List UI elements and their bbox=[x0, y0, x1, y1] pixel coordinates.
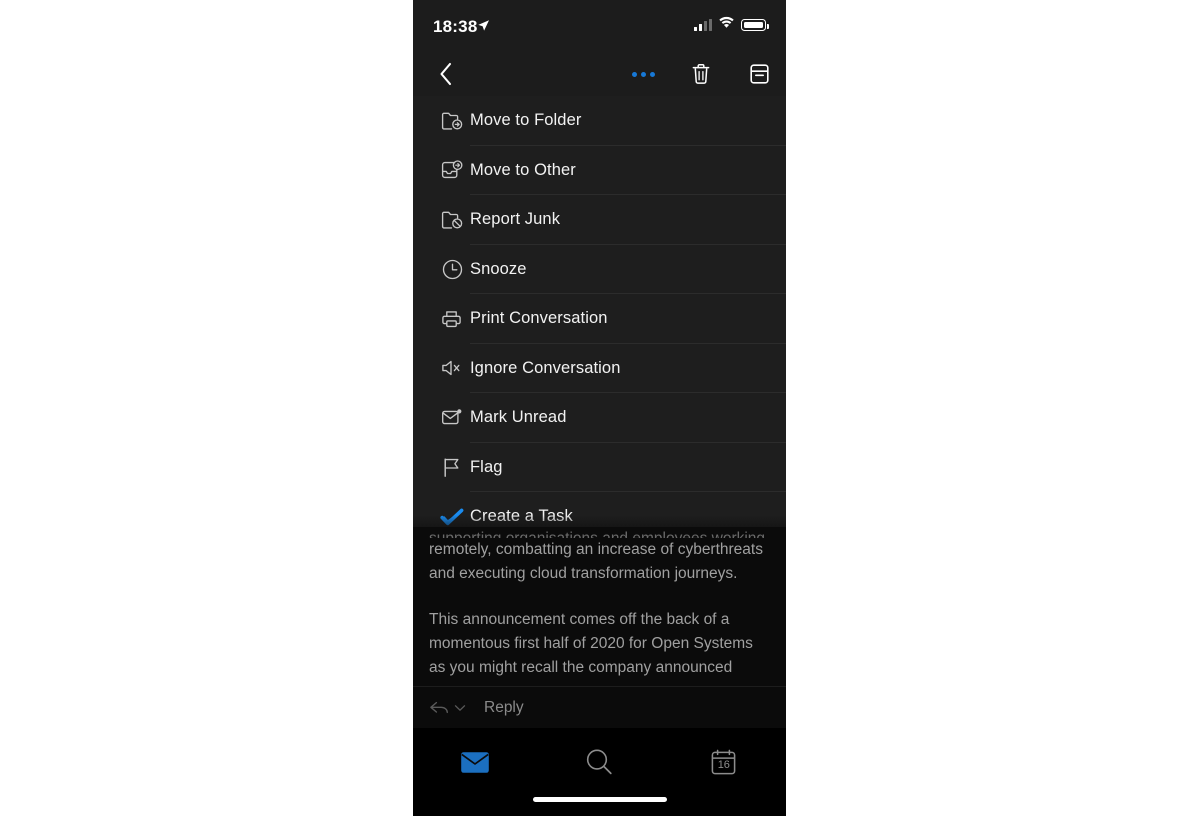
tab-search[interactable] bbox=[537, 738, 661, 786]
inbox-move-icon bbox=[440, 158, 464, 182]
back-button[interactable] bbox=[431, 60, 461, 88]
menu-item-label: Mark Unread bbox=[470, 408, 567, 427]
delete-button[interactable] bbox=[686, 58, 716, 90]
reply-arrow-icon bbox=[430, 701, 448, 713]
menu-item-report-junk[interactable]: Report Junk bbox=[413, 195, 786, 245]
wifi-icon bbox=[718, 16, 735, 34]
clock-icon bbox=[440, 257, 464, 281]
status-indicators bbox=[694, 16, 769, 34]
chevron-down-icon bbox=[454, 704, 466, 711]
home-indicator bbox=[532, 797, 667, 802]
email-paragraph: This announcement comes off the back of … bbox=[429, 611, 753, 676]
page-root: 18:38 Move to Folder Move to Other Repor… bbox=[0, 0, 1199, 816]
search-icon bbox=[587, 749, 613, 775]
menu-item-label: Create a Task bbox=[470, 507, 573, 526]
trash-icon bbox=[692, 64, 710, 84]
menu-item-label: Move to Folder bbox=[470, 111, 582, 130]
menu-item-move-to-other[interactable]: Move to Other bbox=[413, 146, 786, 195]
nav-bar bbox=[413, 52, 786, 96]
speaker-mute-icon bbox=[440, 356, 464, 380]
menu-item-snooze[interactable]: Snooze bbox=[413, 245, 786, 294]
archive-icon bbox=[749, 64, 769, 84]
menu-item-ignore-conversation[interactable]: Ignore Conversation bbox=[413, 344, 786, 393]
email-body-clipped-line: supporting organisations and employees w… bbox=[429, 527, 772, 538]
reply-bar[interactable]: Reply bbox=[413, 686, 786, 728]
battery-icon bbox=[741, 19, 769, 31]
tab-calendar[interactable]: 16 bbox=[662, 738, 786, 786]
phone-frame: 18:38 Move to Folder Move to Other Repor… bbox=[413, 0, 786, 816]
printer-icon bbox=[440, 307, 464, 331]
chevron-left-icon bbox=[440, 62, 452, 86]
menu-item-label: Flag bbox=[470, 457, 503, 476]
menu-item-move-to-folder[interactable]: Move to Folder bbox=[413, 96, 786, 146]
envelope-icon bbox=[461, 751, 489, 773]
status-time: 18:38 bbox=[433, 17, 478, 36]
email-body-text: supporting organisations and employees w… bbox=[429, 527, 772, 702]
flag-icon bbox=[440, 455, 464, 479]
reply-label: Reply bbox=[484, 698, 524, 716]
folder-block-icon bbox=[440, 208, 464, 232]
menu-item-flag[interactable]: Flag bbox=[413, 443, 786, 492]
folder-move-icon bbox=[440, 109, 464, 133]
phone-screen: 18:38 Move to Folder Move to Other Repor… bbox=[413, 0, 786, 816]
tab-mail[interactable] bbox=[413, 738, 537, 786]
cellular-signal-icon bbox=[694, 19, 712, 31]
reply-controls[interactable] bbox=[429, 700, 466, 716]
menu-item-mark-unread[interactable]: Mark Unread bbox=[413, 393, 786, 443]
menu-item-label: Print Conversation bbox=[470, 309, 608, 328]
menu-item-label: Ignore Conversation bbox=[470, 358, 621, 377]
archive-button[interactable] bbox=[744, 58, 774, 90]
menu-item-label: Move to Other bbox=[470, 160, 576, 179]
location-arrow-icon bbox=[477, 19, 490, 32]
menu-item-label: Snooze bbox=[470, 259, 527, 278]
tab-bar: 16 bbox=[413, 728, 786, 816]
more-options-button[interactable] bbox=[628, 58, 658, 90]
email-paragraph: remotely, combatting an increase of cybe… bbox=[429, 541, 763, 582]
tab-list: 16 bbox=[413, 738, 786, 786]
status-bar: 18:38 bbox=[413, 0, 786, 52]
calendar-day-number: 16 bbox=[717, 759, 730, 771]
menu-item-label: Report Junk bbox=[470, 210, 561, 229]
check-task-icon bbox=[440, 505, 464, 529]
ellipsis-icon bbox=[631, 71, 655, 77]
envelope-unread-icon bbox=[440, 406, 464, 430]
menu-item-print-conversation[interactable]: Print Conversation bbox=[413, 294, 786, 344]
nav-actions bbox=[628, 58, 774, 90]
action-menu: Move to Folder Move to Other Report Junk… bbox=[413, 96, 786, 542]
